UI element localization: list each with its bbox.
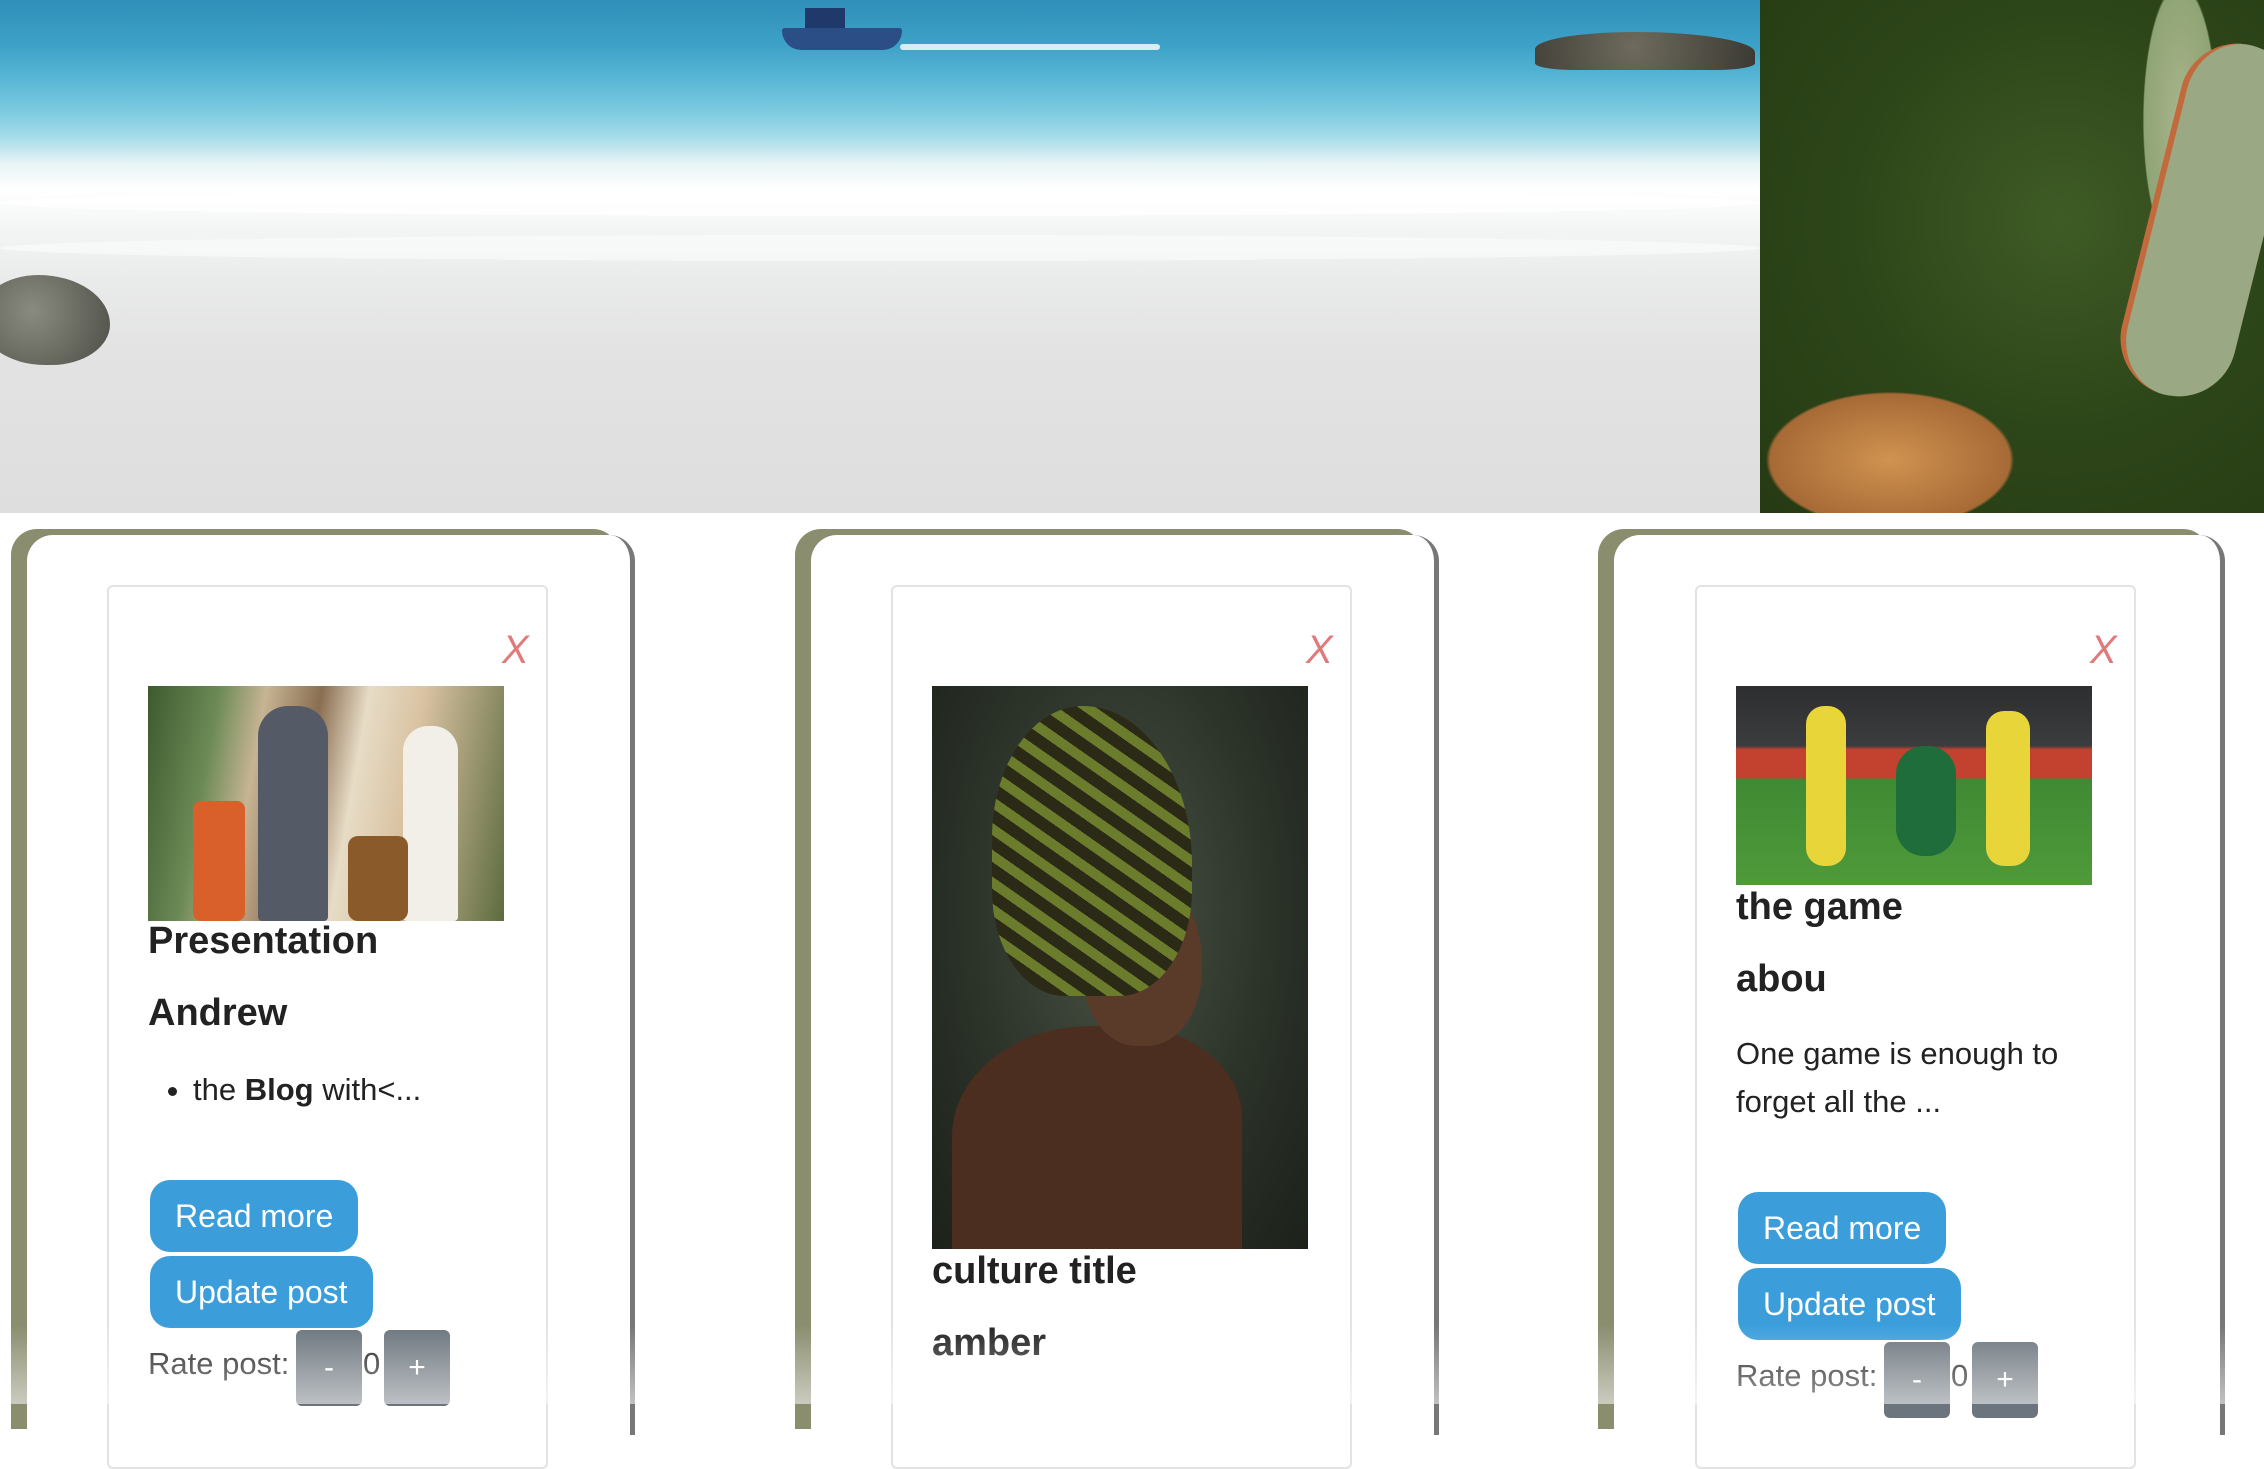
post-title: the game [1736, 886, 1903, 928]
post-author: abou [1736, 958, 1827, 1000]
wave-foam [0, 235, 1760, 261]
rate-increase-button[interactable]: + [384, 1330, 450, 1406]
head-wrap [992, 706, 1192, 996]
post-author: amber [932, 1322, 1047, 1364]
post-excerpt: the Blog with<... [148, 1066, 528, 1114]
wave-foam [0, 190, 1760, 216]
person-figure [258, 706, 328, 921]
excerpt-bold: Blog [244, 1072, 314, 1107]
beach-image [0, 0, 1760, 513]
post-title: culture title [932, 1250, 1137, 1292]
boat [782, 28, 902, 50]
post-excerpt: One game is enough to forget all the ... [1736, 1036, 2059, 1119]
update-post-button[interactable]: Update post [1738, 1268, 1961, 1340]
read-more-button[interactable]: Read more [1738, 1192, 1947, 1264]
player-figure [1806, 706, 1846, 866]
update-post-button[interactable]: Update post [150, 1256, 373, 1328]
delete-post-button[interactable]: X [502, 628, 529, 673]
post-image [148, 686, 504, 921]
rate-decrease-button[interactable]: - [296, 1330, 362, 1406]
player-figure [1896, 746, 1956, 856]
delete-post-button[interactable]: X [1306, 628, 1333, 673]
post-image [932, 686, 1308, 1249]
post-image [1736, 686, 2092, 885]
drum [193, 801, 245, 921]
figure-shoulder [952, 1026, 1242, 1249]
rating-value: 0 [1951, 1358, 1969, 1393]
rate-decrease-button[interactable]: - [1884, 1342, 1950, 1418]
read-more-button[interactable]: Read more [150, 1180, 359, 1252]
person-figure [403, 726, 458, 921]
boat-wake [900, 44, 1160, 50]
excerpt-suffix: with<... [313, 1072, 422, 1107]
drum [348, 836, 408, 921]
player-figure [1986, 711, 2030, 866]
post-title: Presentation [148, 920, 379, 962]
excerpt-item: the Blog with<... [193, 1066, 528, 1114]
hero-banner [0, 0, 2264, 513]
rating-value: 0 [363, 1346, 381, 1381]
rock [1535, 32, 1755, 70]
boat-cabin [805, 8, 845, 30]
rate-post-label: Rate post: [148, 1346, 290, 1381]
delete-post-button[interactable]: X [2090, 628, 2117, 673]
post-author: Andrew [148, 992, 288, 1034]
excerpt-prefix: the [193, 1072, 245, 1107]
rate-increase-button[interactable]: + [1972, 1342, 2038, 1418]
rate-post-label: Rate post: [1736, 1358, 1878, 1393]
